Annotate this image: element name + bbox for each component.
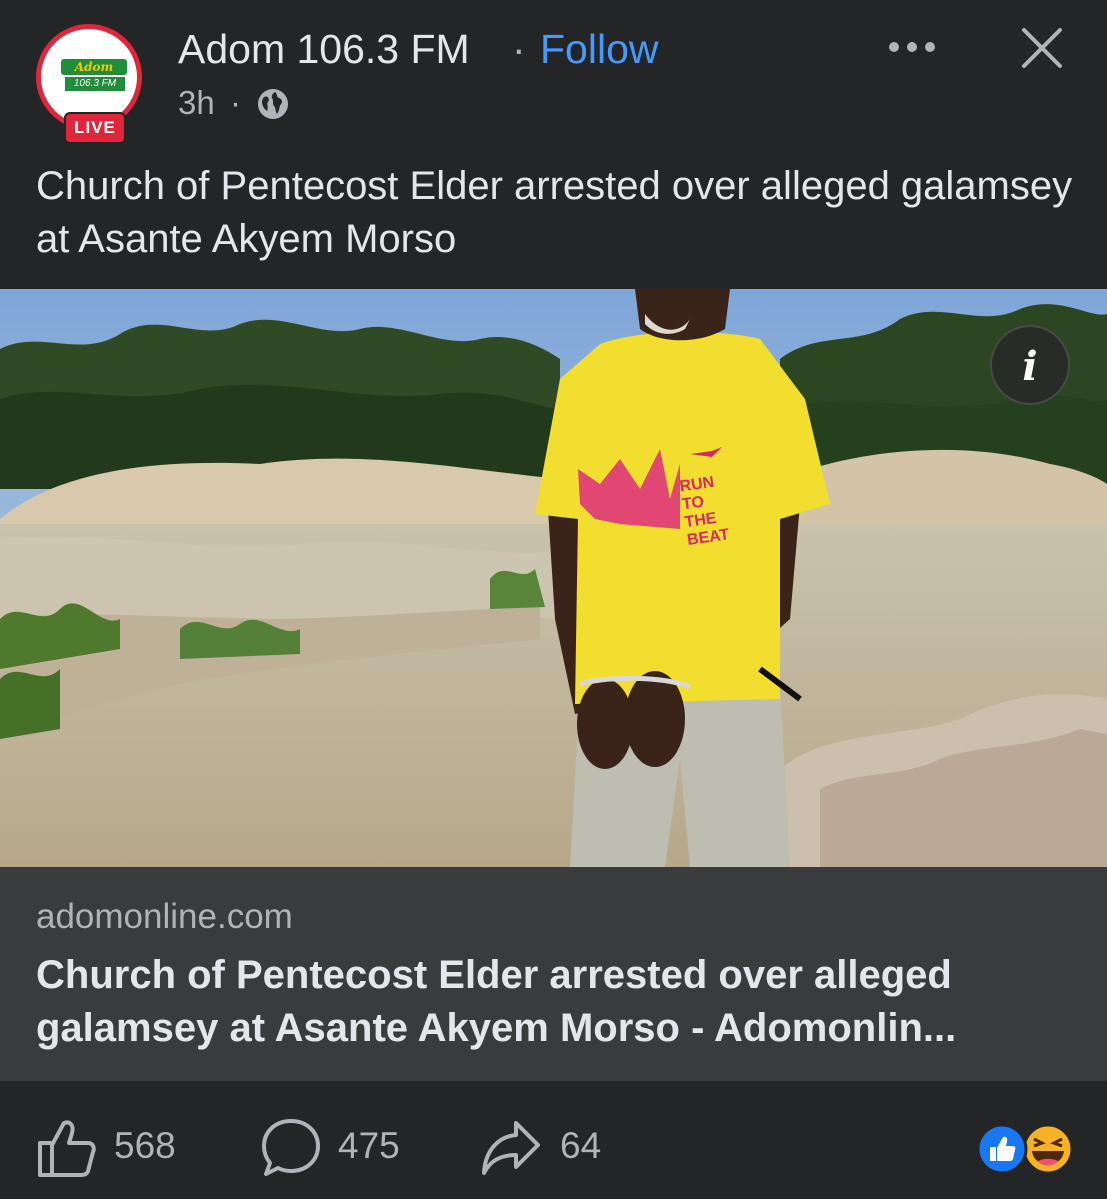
photo-scene: RUN TO THE BEAT (0, 289, 1107, 867)
page-name[interactable]: Adom 106.3 FM (178, 26, 470, 73)
share-button[interactable]: 64 (480, 1117, 620, 1177)
link-domain: adomonline.com (36, 897, 293, 936)
live-badge: LIVE (64, 112, 126, 144)
time-separator: · (230, 84, 241, 121)
globe-icon (258, 89, 288, 119)
link-title[interactable]: Church of Pentecost Elder arrested over … (36, 949, 1076, 1055)
post-caption: Church of Pentecost Elder arrested over … (36, 164, 1073, 261)
reaction-summary[interactable] (976, 1123, 1076, 1179)
like-reaction-icon (976, 1123, 1028, 1175)
link-preview[interactable]: adomonline.com Church of Pentecost Elder… (0, 867, 1107, 1081)
comment-button[interactable]: 475 (260, 1117, 420, 1177)
like-count: 568 (114, 1125, 176, 1166)
close-icon[interactable] (1018, 24, 1066, 72)
post-actions: 568 475 64 (0, 1081, 1107, 1199)
logo-text-top: Adom (61, 59, 127, 75)
post-header: Adom 106.3 FM LIVE Adom 106.3 FM · Follo… (0, 0, 1107, 160)
like-button[interactable]: 568 (36, 1117, 196, 1177)
thumbs-up-icon (38, 1120, 96, 1177)
comment-count: 475 (338, 1125, 400, 1166)
share-count: 64 (560, 1125, 602, 1166)
reaction-icons (976, 1123, 1074, 1175)
follow-button[interactable]: Follow (540, 26, 658, 73)
share-arrow-icon (482, 1121, 540, 1175)
info-button[interactable]: i (990, 325, 1070, 405)
haha-reaction-icon (1022, 1123, 1074, 1175)
logo-text-bottom: 106.3 FM (65, 77, 125, 91)
shirt-text-line-2: TO (681, 493, 705, 513)
post-photo[interactable]: RUN TO THE BEAT i (0, 289, 1107, 867)
comment-bubble-icon (262, 1119, 320, 1176)
name-separator: · (512, 26, 526, 72)
more-horizontal-icon[interactable] (884, 30, 940, 64)
post-time[interactable]: 3h (178, 84, 215, 122)
